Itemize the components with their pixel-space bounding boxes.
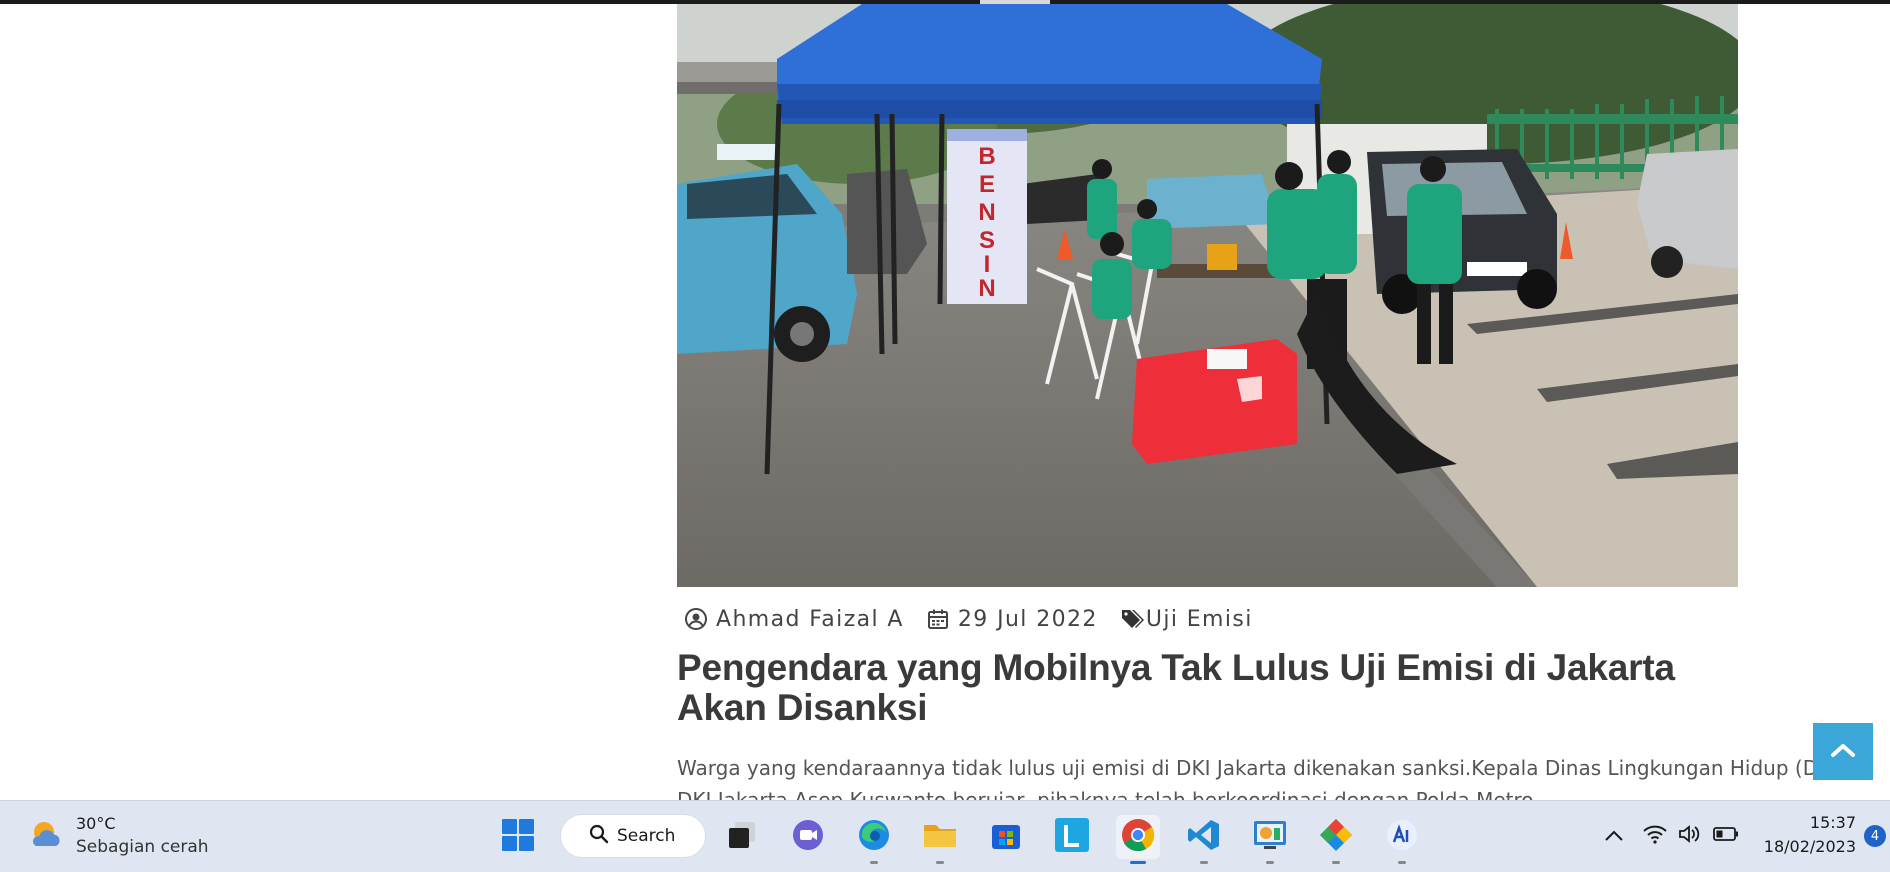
chrome-button[interactable] [1116,815,1160,864]
chevron-up-icon [1830,742,1856,762]
excerpt-line-1: Warga yang kendaraannya tidak lulus uji … [677,756,1853,780]
volume-button[interactable] [1676,821,1702,851]
file-explorer-button[interactable] [918,815,962,864]
battery-icon [1713,826,1739,846]
windows-start-icon [501,818,535,856]
show-hidden-icons-button[interactable] [1602,821,1626,851]
running-indicator [1200,861,1208,864]
task-view-button[interactable] [720,815,764,859]
start-button[interactable] [496,815,540,859]
search-icon [589,824,609,848]
diamond-app-icon [1318,817,1354,857]
active-indicator [1130,861,1146,864]
diamond-app-button[interactable] [1314,815,1358,864]
tag-link[interactable]: Uji Emisi [1146,607,1253,632]
weather-widget[interactable]: 30°C Sebagian cerah [28,813,209,859]
chart-app-button[interactable] [1248,815,1292,864]
running-indicator [870,861,878,864]
running-indicator [1332,861,1340,864]
weather-temperature: 30°C [76,814,116,833]
clock-date: 18/02/2023 [1763,837,1856,856]
network-button[interactable] [1642,821,1668,851]
svg-text:B: B [978,143,995,170]
wifi-icon [1642,824,1668,848]
l-app-button[interactable] [1050,815,1094,859]
task-view-icon [726,819,758,855]
speaker-icon [1677,824,1701,848]
tag-item[interactable]: Uji Emisi [1120,607,1253,632]
svg-text:N: N [978,275,995,302]
scroll-to-top-button[interactable] [1813,723,1873,780]
edge-browser-icon [856,817,892,857]
running-indicator [936,861,944,864]
svg-text:N: N [978,199,995,226]
notification-badge[interactable]: 4 [1864,825,1886,847]
video-chat-icon [791,818,825,856]
date-item: 29 Jul 2022 [926,607,1098,632]
tags-icon [1120,607,1144,631]
windows-taskbar: 30°C Sebagian cerah Search 15:37 18/02/2… [0,800,1890,872]
teams-chat-button[interactable] [786,815,830,859]
clock-time: 15:37 [1809,813,1856,832]
l-letter-icon [1054,817,1090,857]
battery-button[interactable] [1712,821,1740,851]
taskbar-search[interactable]: Search [560,814,706,858]
edge-button[interactable] [852,815,896,864]
article-meta: Ahmad Faizal A 29 Jul 2022 Uji Emisi [684,606,1253,632]
store-button[interactable] [984,815,1028,859]
user-circle-icon [684,607,708,631]
weather-condition: Sebagian cerah [76,837,209,857]
svg-text:E: E [979,171,995,198]
ai-app-button[interactable] [1380,815,1424,864]
chevron-up-icon [1604,827,1624,846]
folder-icon [922,819,958,855]
calendar-icon [926,607,950,631]
article-photo-illustration: B E N S I N [677,4,1738,587]
author-name[interactable]: Ahmad Faizal A [716,607,904,632]
vscode-button[interactable] [1182,815,1226,864]
system-clock[interactable]: 15:37 18/02/2023 [1760,811,1856,859]
article-image[interactable]: B E N S I N [677,4,1738,587]
chart-app-icon [1252,818,1288,856]
article-title[interactable]: Pengendara yang Mobilnya Tak Lulus Uji E… [677,648,1757,728]
vscode-icon [1186,817,1222,857]
chrome-icon [1120,817,1156,857]
search-label: Search [617,826,676,846]
running-indicator [1266,861,1274,864]
post-date: 29 Jul 2022 [957,606,1098,632]
store-icon [989,818,1023,856]
svg-text:S: S [979,227,995,254]
author-item[interactable]: Ahmad Faizal A [684,607,904,632]
running-indicator [1398,861,1406,864]
ai-app-icon [1385,818,1419,856]
svg-text:I: I [984,251,991,278]
partly-sunny-icon [28,816,64,856]
